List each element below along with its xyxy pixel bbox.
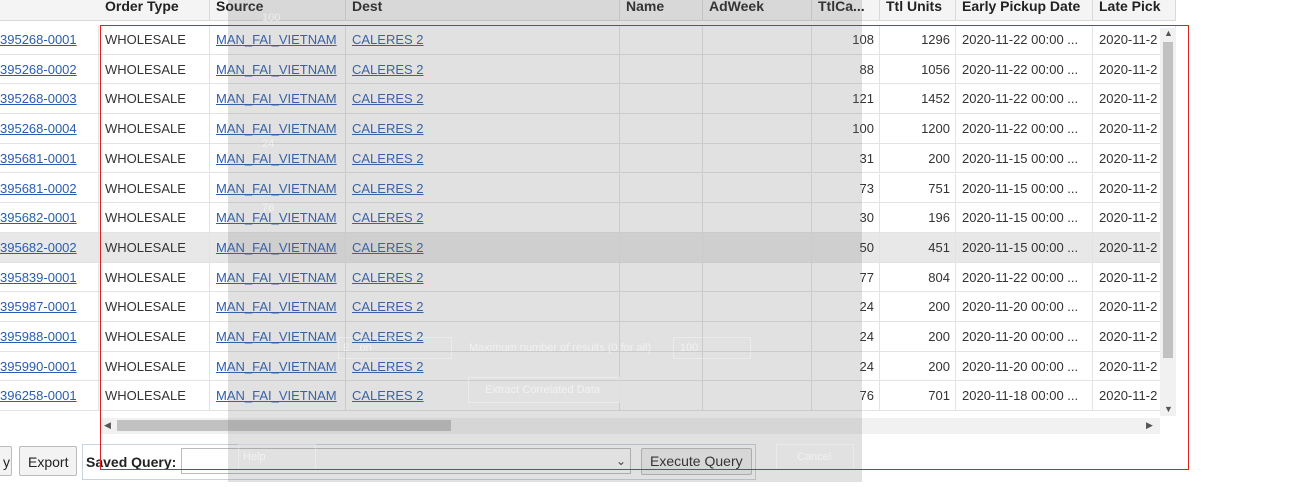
order-type-cell: WHOLESALE <box>99 262 210 292</box>
order-id-link: 395988-0001 <box>0 322 99 351</box>
order-id-link: 395268-0004 <box>0 114 99 144</box>
order-type-cell: WHOLESALE <box>99 173 210 203</box>
order-id-link: 395990-0001 <box>0 351 99 381</box>
scroll-right-arrow-icon[interactable]: ▶ <box>1146 420 1153 431</box>
ttl-units-cell: 804 <box>880 262 956 292</box>
early-pickup-cell: 2020-11-18 00:00 ... <box>956 381 1093 411</box>
early-pickup-cell: 2020-11-22 00:00 ... <box>956 114 1093 144</box>
ttl-units-cell: 1452 <box>880 84 956 114</box>
order-id-link: 395682-0002 <box>0 232 99 262</box>
partial-left-button[interactable]: y <box>0 446 12 476</box>
order-id-link: 395681-0001 <box>0 143 99 173</box>
vertical-scrollbar[interactable]: ▲ ▼ <box>1160 28 1176 416</box>
ghost-max-results-value: 100 <box>680 342 699 354</box>
ghost-max-results-label: Maximum number of results (0 for all) <box>469 342 652 354</box>
order-id-link[interactable]: 395681-0001 <box>0 151 77 166</box>
ghost-left-field-text: E...on <box>343 342 372 354</box>
order-type-cell: WHOLESALE <box>99 203 210 233</box>
early-pickup-cell: 2020-11-22 00:00 ... <box>956 25 1093 54</box>
partial-left-button-label: y <box>3 454 10 470</box>
early-pickup-cell: 2020-11-20 00:00 ... <box>956 351 1093 381</box>
order-type-cell: WHOLESALE <box>99 351 210 381</box>
order-id-link[interactable]: 395268-0003 <box>0 91 77 106</box>
column-header[interactable]: Ttl Units <box>880 0 956 20</box>
order-id-link[interactable]: 395682-0001 <box>0 210 77 225</box>
column-header[interactable]: Order Type <box>99 0 210 20</box>
ttl-units-cell: 200 <box>880 322 956 351</box>
early-pickup-cell: 2020-11-15 00:00 ... <box>956 203 1093 233</box>
ghost-left-field: E...on <box>338 337 452 359</box>
order-type-cell: WHOLESALE <box>99 322 210 351</box>
early-pickup-cell: 2020-11-20 00:00 ... <box>956 322 1093 351</box>
ghost-text-100: 100 <box>262 12 281 24</box>
column-header[interactable]: Late Pick <box>1093 0 1176 20</box>
order-id-link[interactable]: 395988-0001 <box>0 329 77 344</box>
early-pickup-cell: 2020-11-15 00:00 ... <box>956 173 1093 203</box>
order-id-link: 395682-0001 <box>0 203 99 233</box>
order-id-link[interactable]: 395990-0001 <box>0 359 77 374</box>
order-type-cell: WHOLESALE <box>99 25 210 54</box>
order-id-link: 395268-0002 <box>0 54 99 84</box>
ghost-text-24: 24 <box>262 138 275 150</box>
order-id-link[interactable]: 395987-0001 <box>0 299 77 314</box>
order-type-cell: WHOLESALE <box>99 292 210 322</box>
ghost-cancel-button: Cancel <box>776 444 854 470</box>
order-id-link[interactable]: 395839-0001 <box>0 270 77 285</box>
export-button-label: Export <box>28 454 69 470</box>
scroll-up-arrow-icon[interactable]: ▲ <box>1164 28 1173 38</box>
order-id-link[interactable]: 395268-0004 <box>0 121 77 136</box>
scroll-down-arrow-icon[interactable]: ▼ <box>1164 404 1173 414</box>
ttl-units-cell: 701 <box>880 381 956 411</box>
early-pickup-cell: 2020-11-22 00:00 ... <box>956 262 1093 292</box>
order-id-link: 395681-0002 <box>0 173 99 203</box>
ttl-units-cell: 200 <box>880 143 956 173</box>
order-type-cell: WHOLESALE <box>99 232 210 262</box>
order-id-link[interactable]: 395681-0002 <box>0 181 77 196</box>
order-id-link: 395987-0001 <box>0 292 99 322</box>
order-type-cell: WHOLESALE <box>99 381 210 411</box>
order-id-link: 395268-0003 <box>0 84 99 114</box>
ghost-cancel-label: Cancel <box>797 451 832 463</box>
saved-query-label: Saved Query: <box>86 454 177 470</box>
ghost-help-button: Help <box>238 444 316 470</box>
ghost-extract-label: Extract Correlated Data <box>485 384 600 396</box>
ghost-text-76: 76 <box>262 202 275 214</box>
order-id-link[interactable]: 395268-0002 <box>0 62 77 77</box>
ghost-help-label: Help <box>243 451 266 463</box>
order-id-link[interactable]: 395268-0001 <box>0 32 77 47</box>
ghost-extract-button: Extract Correlated Data <box>468 377 620 403</box>
order-type-cell: WHOLESALE <box>99 84 210 114</box>
order-id-link[interactable]: 395682-0002 <box>0 240 77 255</box>
ttl-units-cell: 1200 <box>880 114 956 144</box>
ttl-units-cell: 751 <box>880 173 956 203</box>
ghost-max-results-input: 100 <box>673 337 751 359</box>
ttl-units-cell: 1296 <box>880 25 956 54</box>
vertical-scroll-thumb[interactable] <box>1163 42 1173 358</box>
early-pickup-cell: 2020-11-15 00:00 ... <box>956 232 1093 262</box>
order-id-link: 395839-0001 <box>0 262 99 292</box>
order-type-cell: WHOLESALE <box>99 114 210 144</box>
ttl-units-cell: 451 <box>880 232 956 262</box>
ttl-units-cell: 196 <box>880 203 956 233</box>
export-button[interactable]: Export <box>19 446 78 476</box>
scroll-left-arrow-icon[interactable]: ◀ <box>104 420 111 431</box>
order-id-link: 396258-0001 <box>0 381 99 411</box>
column-header[interactable]: Early Pickup Date <box>956 0 1093 20</box>
early-pickup-cell: 2020-11-20 00:00 ... <box>956 292 1093 322</box>
ttl-units-cell: 1056 <box>880 54 956 84</box>
ttl-units-cell: 200 <box>880 351 956 381</box>
order-type-cell: WHOLESALE <box>99 54 210 84</box>
order-id-link[interactable]: 396258-0001 <box>0 388 77 403</box>
order-type-cell: WHOLESALE <box>99 143 210 173</box>
early-pickup-cell: 2020-11-22 00:00 ... <box>956 54 1093 84</box>
ttl-units-cell: 200 <box>880 292 956 322</box>
ghost-dialog-overlay: 100 24 76 E...on Maximum number of resul… <box>228 0 862 482</box>
early-pickup-cell: 2020-11-22 00:00 ... <box>956 84 1093 114</box>
early-pickup-cell: 2020-11-15 00:00 ... <box>956 143 1093 173</box>
order-id-link: 395268-0001 <box>0 25 99 54</box>
